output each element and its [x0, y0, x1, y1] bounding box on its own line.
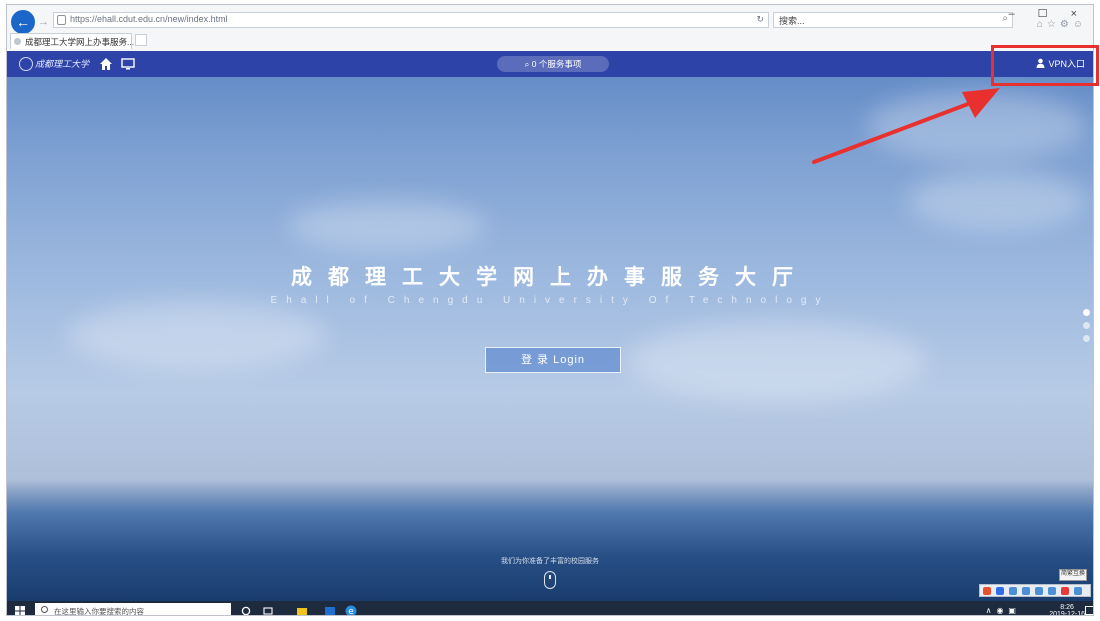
- home-star-gear-icons[interactable]: ⌂☆⚙☺: [1037, 19, 1087, 30]
- service-search-box[interactable]: ⌕ 0 个服务事项: [497, 56, 609, 72]
- ime-tooltip: 简繁互换: [1059, 569, 1087, 581]
- clock-time: 8:26: [1060, 604, 1074, 611]
- windows-taskbar: 在这里输入你要搜索的内容 e ∧◉▣ 8:26 2019-12-16: [7, 601, 1093, 616]
- tab-title: 成都理工大学网上办事服务...: [25, 37, 135, 47]
- cortana-icon[interactable]: [241, 606, 251, 616]
- page-dot-1[interactable]: [1083, 309, 1090, 316]
- address-url: https://ehall.cdut.edu.cn/new/index.html: [70, 14, 228, 24]
- taskbar-clock[interactable]: 8:26 2019-12-16: [1049, 604, 1085, 616]
- page-dot-3[interactable]: [1083, 335, 1090, 342]
- favicon-icon: [14, 38, 21, 45]
- page-subtitle: Ehall of Chengdu University Of Technolog…: [270, 295, 830, 306]
- ime-toolbar[interactable]: [979, 584, 1091, 597]
- page-title: 成都理工大学网上办事服务大厅: [291, 266, 809, 289]
- ehall-page: 成都理工大学 ⌕ 0 个服务事项 VPN入口 成都理工大学网上办事服务大厅 Eh…: [7, 51, 1093, 601]
- address-bar[interactable]: https://ehall.cdut.edu.cn/new/index.html…: [53, 12, 769, 28]
- edge-browser-icon[interactable]: e: [345, 605, 357, 616]
- ime-voice-icon[interactable]: [1035, 587, 1043, 595]
- home-icon[interactable]: [99, 57, 113, 71]
- ime-logo-icon: [983, 587, 991, 595]
- university-seal-icon: [19, 57, 33, 71]
- forward-arrow-icon[interactable]: →: [38, 16, 50, 28]
- search-icon: [41, 606, 48, 613]
- svg-text:e: e: [348, 607, 354, 616]
- tab-close-icon[interactable]: ×: [122, 35, 127, 45]
- clock-date: 2019-12-16: [1049, 611, 1085, 616]
- scroll-hint-text: 我们为你准备了丰富的校园服务: [501, 558, 599, 565]
- ime-emoji-icon[interactable]: [1022, 587, 1030, 595]
- login-button[interactable]: 登 录 Login: [485, 347, 621, 373]
- ime-punct-icon[interactable]: [1009, 587, 1017, 595]
- page-dot-2[interactable]: [1083, 322, 1090, 329]
- cloud-decoration: [627, 321, 927, 401]
- taskbar-search-box[interactable]: 在这里输入你要搜索的内容: [35, 603, 231, 616]
- ime-skin-icon[interactable]: [1061, 587, 1069, 595]
- file-explorer-icon[interactable]: [297, 606, 307, 616]
- university-name-logo: 成都理工大学: [35, 60, 90, 70]
- browser-search-box[interactable]: 搜索... ⌕: [773, 12, 1013, 28]
- ime-settings-icon[interactable]: [1074, 587, 1082, 595]
- task-view-icon[interactable]: [263, 606, 273, 616]
- back-arrow-icon[interactable]: ←: [11, 10, 35, 34]
- browser-search-placeholder: 搜索...: [779, 16, 805, 26]
- browser-tab[interactable]: 成都理工大学网上办事服务... ×: [10, 33, 135, 49]
- service-search-label: 0 个服务事项: [531, 59, 582, 69]
- screenshot-frame: ← → https://ehall.cdut.edu.cn/new/index.…: [6, 4, 1094, 616]
- ime-keyboard-icon[interactable]: [1048, 587, 1056, 595]
- taskbar-search-placeholder: 在这里输入你要搜索的内容: [54, 607, 144, 616]
- vpn-highlight-box: [991, 45, 1099, 86]
- cloud-decoration: [867, 91, 1087, 161]
- ime-mode-icon[interactable]: [996, 587, 1004, 595]
- desktop-icon[interactable]: [121, 58, 135, 70]
- notification-icon[interactable]: [1085, 606, 1093, 615]
- cloud-decoration: [67, 301, 327, 371]
- search-icon: ⌕: [524, 59, 530, 69]
- page-indicator: [1083, 309, 1091, 348]
- top-nav-bar: 成都理工大学 ⌕ 0 个服务事项 VPN入口: [7, 51, 1093, 77]
- university-logo[interactable]: 成都理工大学: [19, 57, 89, 71]
- browser-chrome: ← → https://ehall.cdut.edu.cn/new/index.…: [7, 5, 1093, 52]
- search-icon[interactable]: ⌕: [1002, 13, 1008, 24]
- cloud-decoration: [907, 171, 1087, 231]
- system-tray-icons[interactable]: ∧◉▣: [986, 606, 1021, 615]
- cloud-decoration: [287, 201, 487, 251]
- outlook-icon[interactable]: [325, 606, 335, 616]
- refresh-icon[interactable]: ↻: [756, 14, 764, 25]
- mouse-scroll-icon[interactable]: [544, 571, 556, 589]
- new-tab-button[interactable]: [135, 34, 147, 46]
- lock-icon: [57, 15, 66, 25]
- windows-start-icon[interactable]: [15, 606, 25, 616]
